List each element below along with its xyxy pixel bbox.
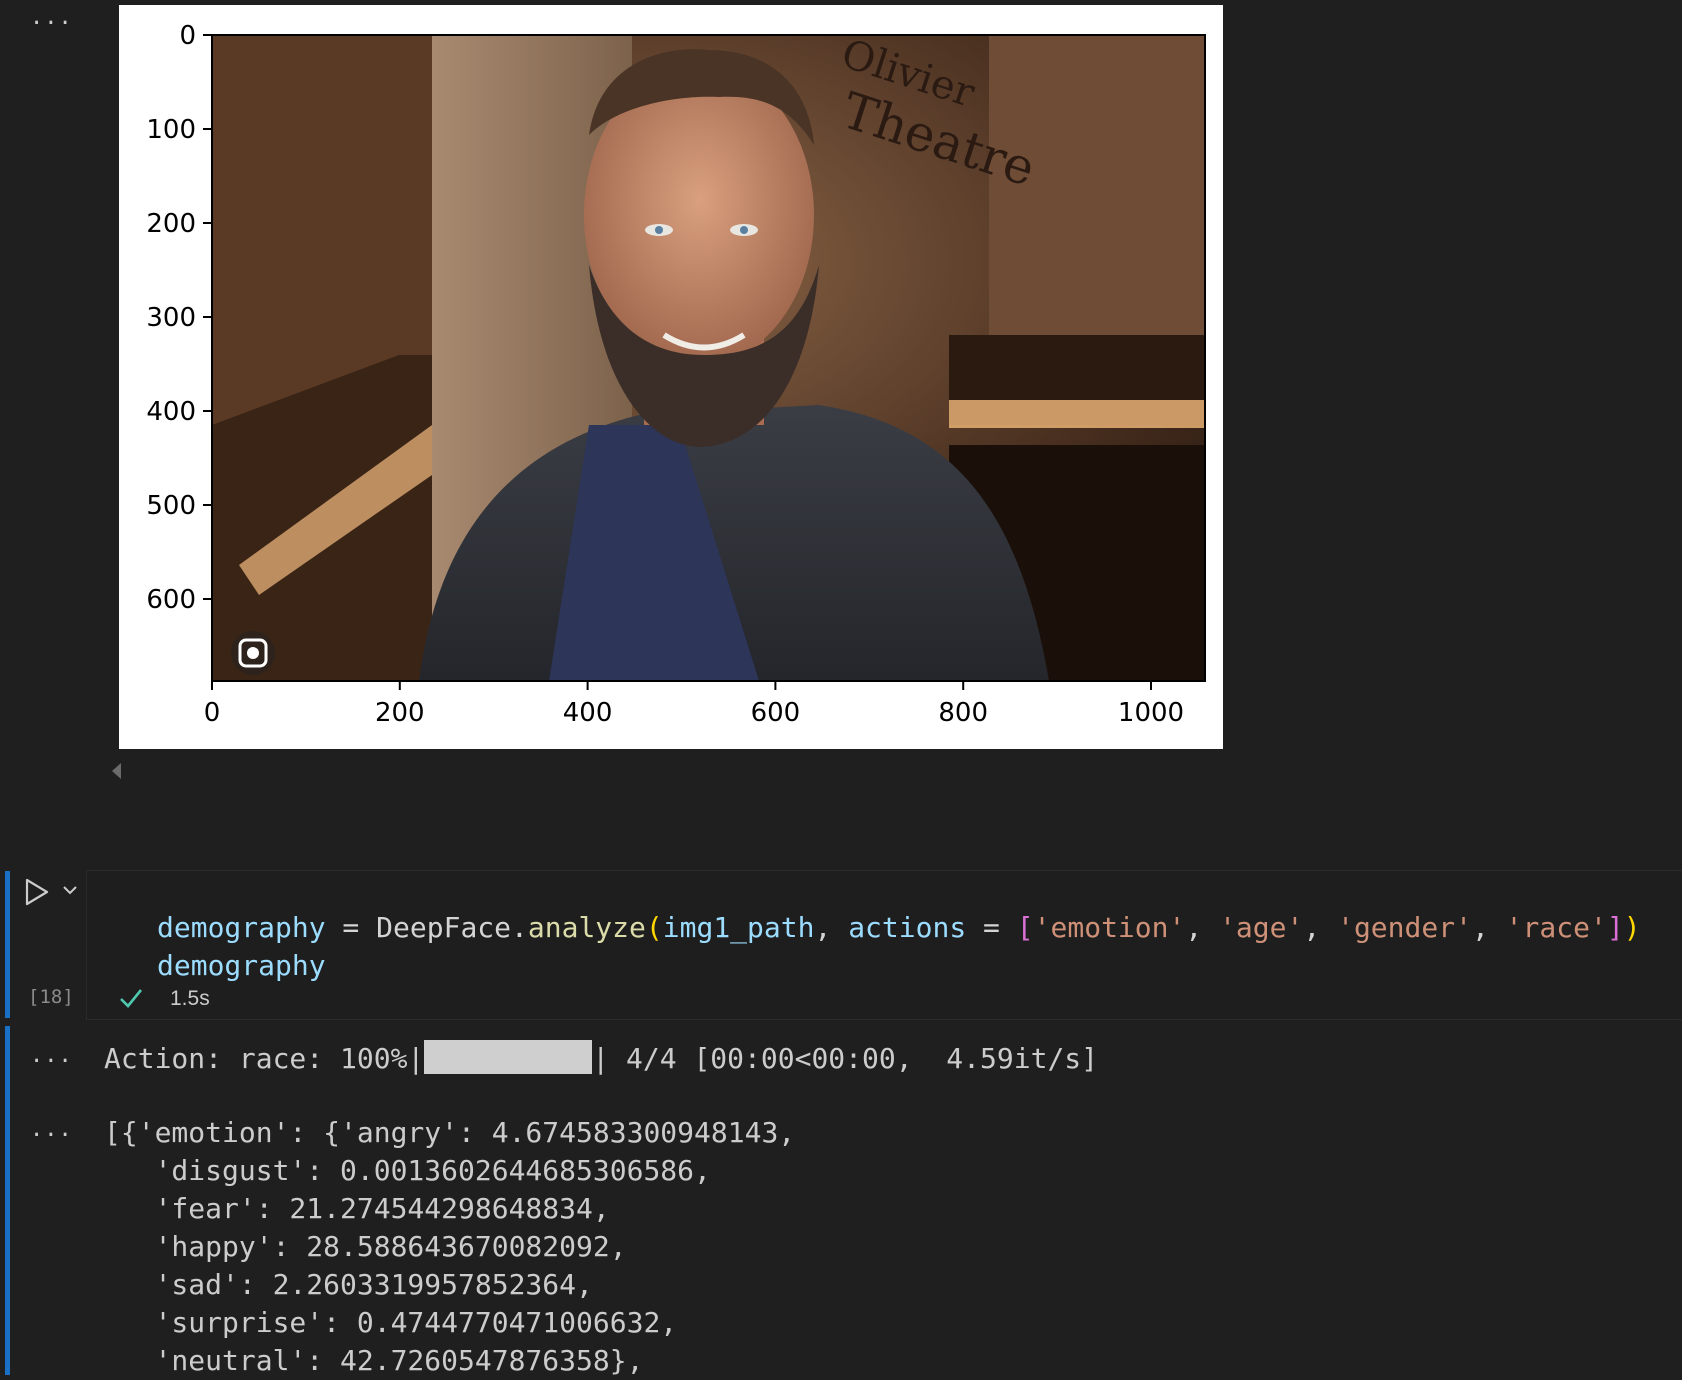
progress-bar [424,1040,593,1074]
x-tick-label: 0 [204,698,221,728]
result-line: 'neutral': 42.7260547876358}, [104,1344,644,1377]
scroll-left-arrow[interactable] [112,763,121,779]
y-axis: 0 100 200 300 400 500 600 [146,21,212,615]
photo: Theatre Olivier [212,31,1205,681]
output-more-actions[interactable]: ... [30,7,73,29]
run-cell-icon[interactable] [24,878,50,906]
x-tick-label: 200 [375,698,425,728]
x-tick-label: 600 [751,698,801,728]
execution-count: [18] [28,986,74,1008]
x-tick-label: 800 [938,698,988,728]
y-tick-label: 600 [146,585,196,615]
matplotlib-figure: Theatre Olivier 0 100 200 300 400 500 60… [119,5,1223,749]
result-more-actions[interactable]: ... [30,1119,73,1141]
checkmark-icon [120,989,143,1008]
result-line: 'disgust': 0.0013602644685306586, [104,1154,711,1187]
code-line-2: demography [157,949,326,982]
y-tick-label: 400 [146,397,196,427]
y-tick-label: 0 [179,21,196,51]
y-tick-label: 300 [146,303,196,333]
google-lens-icon[interactable] [231,631,275,675]
result-line: 'sad': 2.2603319957852364, [104,1268,593,1301]
x-axis: 0 200 400 600 800 1000 [204,681,1184,728]
progress-output: Action: race: 100%| | 4/4 [00:00<00:00, 4… [104,1040,1099,1075]
execution-duration: 1.5s [170,987,210,1010]
code-editor[interactable]: demography = DeepFace.analyze(img1_path,… [86,870,1682,1020]
x-tick-label: 400 [563,698,613,728]
chevron-down-icon[interactable] [62,884,78,896]
output-focus-bar [5,1026,10,1375]
progress-more-actions[interactable]: ... [30,1045,73,1067]
x-tick-label: 1000 [1118,698,1184,728]
y-tick-label: 500 [146,491,196,521]
result-line: 'surprise': 0.4744770471006632, [104,1306,678,1339]
result-line: [{'emotion': {'angry': 4.674583300948143… [104,1116,796,1149]
code-line-1: demography = DeepFace.analyze(img1_path,… [157,911,1641,944]
y-tick-label: 200 [146,209,196,239]
y-tick-label: 100 [146,115,196,145]
result-line: 'happy': 28.588643670082092, [104,1230,627,1263]
result-line: 'fear': 21.274544298648834, [104,1192,610,1225]
cell-focus-bar [5,871,10,1018]
